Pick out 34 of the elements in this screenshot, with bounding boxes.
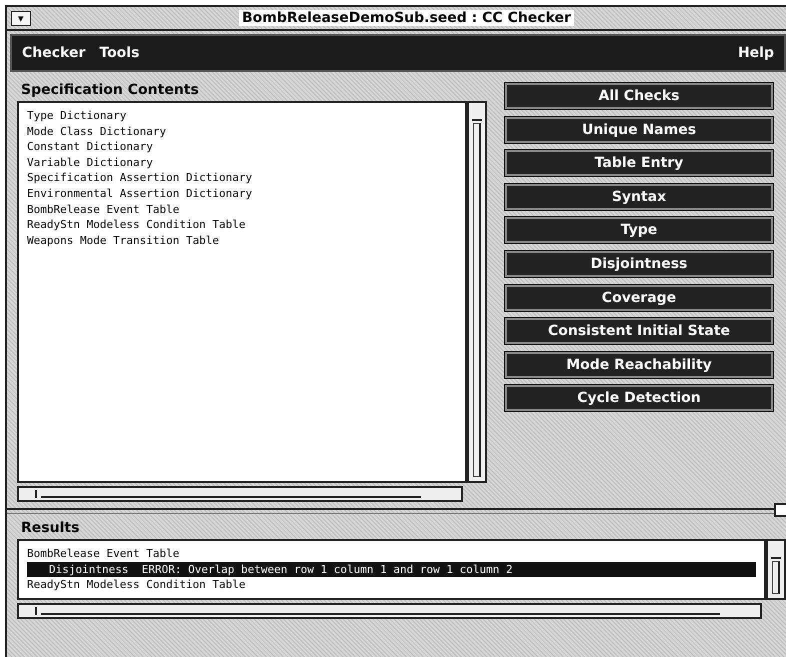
menu-item[interactable]: Tools — [99, 45, 140, 61]
list-item[interactable]: ReadyStn Modeless Condition Table — [27, 217, 457, 233]
list-item[interactable]: ReadyStn Modeless Condition Table — [27, 577, 756, 593]
check-button[interactable]: Mode Reachability — [505, 352, 773, 378]
list-item[interactable]: Variable Dictionary — [27, 154, 457, 170]
section-label: Results — [20, 520, 80, 538]
list-item[interactable]: Disjointness ERROR: Overlap between row 1 column 1 and row 1 column 2 — [27, 562, 756, 578]
list-item[interactable]: Constant Dictionary — [27, 139, 457, 155]
check-button[interactable]: Table Entry — [505, 150, 773, 176]
list-item[interactable]: Mode Class Dictionary — [27, 124, 457, 140]
vertical-scrollbar[interactable] — [467, 101, 487, 483]
menu-item[interactable]: Checker — [22, 45, 86, 61]
vertical-scrollbar[interactable] — [766, 539, 786, 600]
check-button[interactable]: Coverage — [505, 284, 773, 311]
list-item[interactable]: Weapons Mode Transition Table — [27, 232, 457, 248]
check-button[interactable]: Cycle Detection — [505, 385, 773, 412]
check-button[interactable]: Syntax — [505, 184, 773, 210]
list-item[interactable]: BombRelease Event Table — [27, 546, 756, 562]
check-button[interactable]: All Checks — [505, 83, 773, 109]
list-item[interactable]: Type Dictionary — [27, 108, 457, 124]
check-button[interactable]: Unique Names — [505, 116, 773, 143]
window-title: BombReleaseDemoSub.seed : CC Checker — [239, 10, 574, 26]
menu-item[interactable]: Help — [738, 45, 774, 61]
list-item[interactable]: Specification Assertion Dictionary — [27, 170, 457, 186]
horizontal-scrollbar[interactable] — [17, 602, 762, 619]
list-item[interactable]: Environmental Assertion Dictionary — [27, 186, 457, 202]
check-button[interactable]: Type — [505, 217, 773, 244]
list-item[interactable]: BombRelease Event Table — [27, 202, 457, 218]
sash-handle[interactable] — [774, 503, 786, 517]
section-label: Specification Contents — [20, 82, 200, 100]
check-button[interactable]: Consistent Initial State — [505, 318, 773, 344]
check-button[interactable]: Disjointness — [505, 250, 773, 277]
window-menu-button[interactable]: ▾ — [11, 10, 31, 26]
horizontal-scrollbar[interactable] — [17, 486, 463, 502]
